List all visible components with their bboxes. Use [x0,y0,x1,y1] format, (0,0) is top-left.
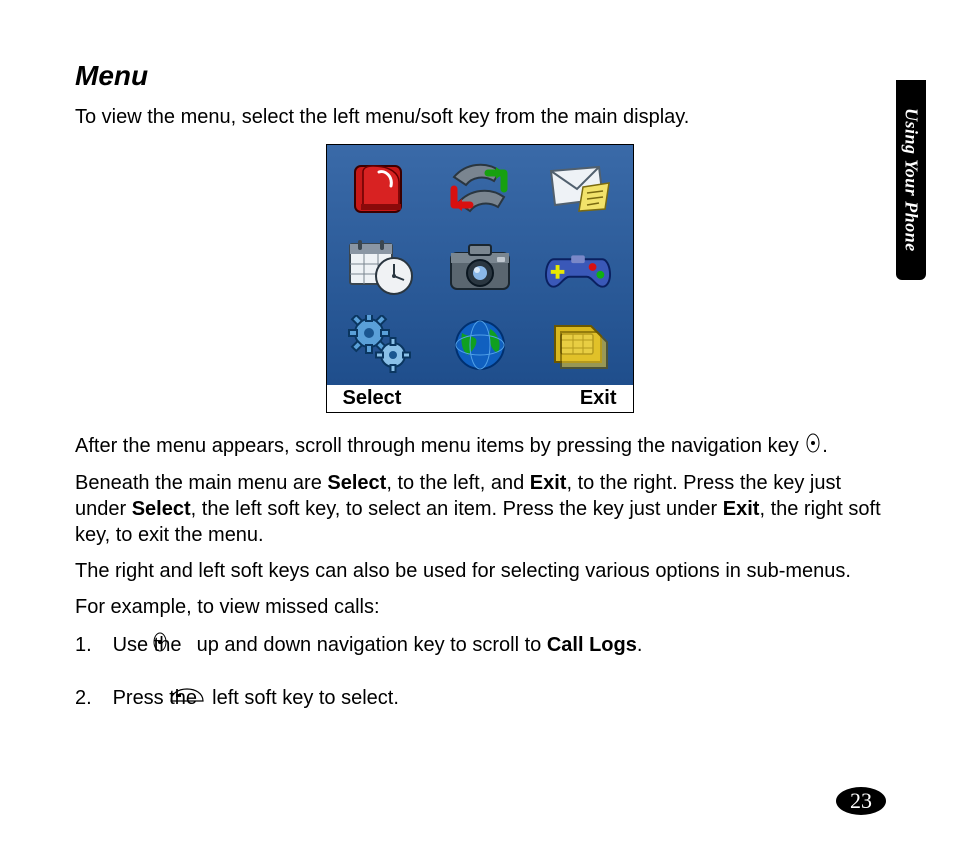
softkey-bar: Select Exit [327,385,633,412]
page-number: 23 [836,787,886,815]
browser-icon [444,314,516,376]
paragraph-example: For example, to view missed calls: [75,594,884,620]
intro-paragraph: To view the menu, select the left menu/s… [75,104,884,130]
text-bold: Exit [530,472,567,494]
call-logs-icon [444,158,516,220]
text-run: , the left soft key, to select an item. … [191,498,723,520]
organizer-icon [346,236,418,298]
text-bold: Select [132,498,191,520]
step-1: 1. Use the up and down navigation key to… [75,630,884,661]
side-tab: Using Your Phone [896,80,926,280]
step-number: 2. [75,683,107,713]
text-run: . [637,634,643,656]
text-run: , to the left, and [386,472,529,494]
phone-screen [327,145,633,385]
paragraph-select-exit: Beneath the main menu are Select, to the… [75,470,884,548]
page-content: Menu To view the menu, select the left m… [0,0,954,776]
paragraph-submenus: The right and left soft keys can also be… [75,558,884,584]
softkey-right-label: Exit [580,387,617,410]
paragraph-navigation: After the menu appears, scroll through m… [75,433,884,460]
phone-menu-screenshot: Select Exit [326,144,634,413]
screenshot-container: Select Exit [75,144,884,413]
step-number: 1. [75,630,107,660]
text-run: After the menu appears, scroll through m… [75,435,804,457]
nav-key-icon [806,433,820,460]
text-bold: Call Logs [547,634,637,656]
games-icon [542,236,614,298]
text-run: . [822,435,828,457]
text-run: up and down navigation key to scroll to [191,634,547,656]
messages-icon [542,158,614,220]
softkey-left-label: Select [343,387,402,410]
sim-icon [542,314,614,376]
text-run: Beneath the main menu are [75,472,327,494]
menu-icon-grid [343,155,617,379]
text-bold: Select [327,472,386,494]
section-heading: Menu [75,60,884,92]
steps-list: 1. Use the up and down navigation key to… [75,630,884,713]
text-run: Use the [113,634,187,656]
camera-icon [444,236,516,298]
settings-icon [346,314,418,376]
text-run: left soft key to select. [207,687,399,709]
step-2: 2. Press the left soft key to select. [75,683,884,714]
text-bold: Exit [723,498,760,520]
contacts-icon [346,158,418,220]
